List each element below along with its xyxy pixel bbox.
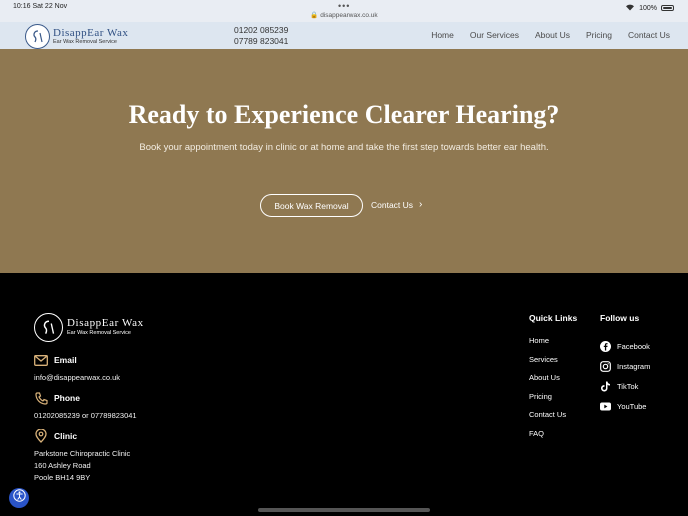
status-right: 100%: [625, 3, 674, 13]
follow-us-title: Follow us: [600, 313, 640, 323]
header-phones: 01202 085239 07789 823041: [234, 25, 288, 47]
quick-link-services[interactable]: Services: [529, 355, 577, 374]
envelope-icon: [34, 353, 48, 367]
main-nav: Home Our Services About Us Pricing Conta…: [431, 30, 670, 40]
site-header: DisappEar Wax Ear Wax Removal Service 01…: [0, 22, 688, 49]
quick-link-contact-us[interactable]: Contact Us: [529, 410, 577, 429]
nav-our-services[interactable]: Our Services: [470, 30, 519, 40]
accessibility-icon: [12, 489, 26, 507]
quick-link-pricing[interactable]: Pricing: [529, 392, 577, 411]
nav-home[interactable]: Home: [431, 30, 454, 40]
footer-logo[interactable]: DisappEar Wax Ear Wax Removal Service: [34, 313, 144, 342]
footer-email-block: Email info@disappearwax.co.uk: [34, 353, 120, 384]
footer-logo-name: DisappEar Wax: [67, 317, 144, 330]
nav-contact-us[interactable]: Contact Us: [628, 30, 670, 40]
cta-section: Ready to Experience Clearer Hearing? Boo…: [0, 49, 688, 273]
phone-icon: [34, 391, 48, 405]
status-bar: 10:16 Sat 22 Nov ••• 🔒 disappearwax.co.u…: [0, 0, 688, 22]
instagram-label: Instagram: [617, 361, 651, 371]
phone-label: Phone: [54, 393, 80, 403]
social-instagram[interactable]: Instagram: [600, 356, 650, 376]
header-phone-1[interactable]: 01202 085239: [234, 25, 288, 36]
tiktok-icon: [600, 381, 611, 392]
home-indicator[interactable]: [258, 508, 430, 512]
social-facebook[interactable]: Facebook: [600, 336, 650, 356]
location-pin-icon: [34, 429, 48, 443]
site-footer: DisappEar Wax Ear Wax Removal Service Em…: [0, 273, 688, 516]
instagram-icon: [600, 360, 611, 372]
logo-name: DisappEar Wax: [53, 26, 129, 39]
multitask-dots[interactable]: •••: [338, 1, 350, 11]
email-value[interactable]: info@disappearwax.co.uk: [34, 372, 120, 384]
quick-links: Quick Links Home Services About Us Prici…: [529, 313, 577, 447]
battery-percent: 100%: [639, 4, 657, 12]
youtube-icon: [600, 401, 611, 412]
facebook-label: Facebook: [617, 341, 650, 351]
footer-clinic-block: Clinic Parkstone Chiropractic Clinic 160…: [34, 429, 130, 484]
footer-phone-block: Phone 01202085239 or 07789823041: [34, 391, 137, 422]
footer-logo-ear-icon: [34, 313, 63, 342]
wifi-icon: [625, 3, 635, 13]
social-youtube[interactable]: YouTube: [600, 396, 650, 416]
youtube-label: YouTube: [617, 401, 647, 411]
chevron-right-icon: ›: [419, 199, 423, 210]
cta-subtitle: Book your appointment today in clinic or…: [139, 142, 549, 153]
cta-title: Ready to Experience Clearer Hearing?: [128, 100, 560, 129]
status-time: 10:16 Sat 22 Nov: [13, 3, 68, 10]
contact-us-link[interactable]: Contact Us ›: [371, 199, 422, 210]
clinic-label: Clinic: [54, 431, 78, 441]
battery-icon: [661, 5, 674, 11]
site-logo[interactable]: DisappEar Wax Ear Wax Removal Service: [25, 24, 128, 49]
tiktok-label: TikTok: [617, 381, 639, 391]
book-wax-removal-button[interactable]: Book Wax Removal: [260, 194, 363, 217]
quick-link-faq[interactable]: FAQ: [529, 429, 577, 448]
phone-value[interactable]: 01202085239 or 07789823041: [34, 410, 137, 422]
email-label: Email: [54, 355, 77, 365]
quick-link-home[interactable]: Home: [529, 336, 577, 355]
nav-pricing[interactable]: Pricing: [586, 30, 612, 40]
clinic-line: 160 Ashley Road: [34, 461, 91, 470]
clinic-line: Poole BH14 9BY: [34, 473, 91, 482]
footer-logo-tagline: Ear Wax Removal Service: [67, 330, 131, 337]
quick-link-about-us[interactable]: About Us: [529, 373, 577, 392]
quick-links-title: Quick Links: [529, 313, 578, 323]
header-phone-2[interactable]: 07789 823041: [234, 36, 288, 47]
contact-us-label: Contact Us: [371, 199, 414, 210]
follow-us: Follow us Facebook Instagram TikTok YouT…: [600, 313, 650, 416]
facebook-icon: [600, 340, 611, 352]
nav-about-us[interactable]: About Us: [535, 30, 570, 40]
logo-ear-icon: [25, 24, 50, 49]
social-tiktok[interactable]: TikTok: [600, 376, 650, 396]
logo-tagline: Ear Wax Removal Service: [53, 38, 117, 45]
accessibility-button[interactable]: [9, 488, 29, 508]
clinic-line: Parkstone Chiropractic Clinic: [34, 449, 131, 458]
clinic-address: Parkstone Chiropractic Clinic 160 Ashley…: [34, 448, 130, 484]
address-bar[interactable]: 🔒 disappearwax.co.uk: [0, 11, 688, 19]
